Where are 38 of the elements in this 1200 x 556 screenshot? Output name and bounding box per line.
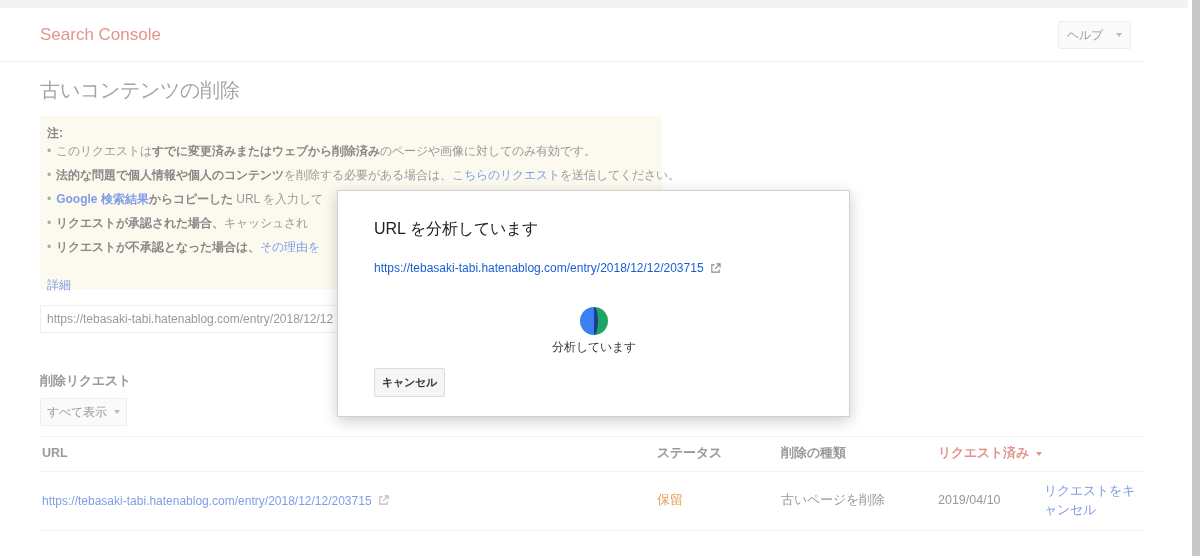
column-header: URL [42,445,68,463]
status-text: 保留 [657,492,683,510]
note-heading: 注: [47,125,64,142]
loading-spinner-icon [579,307,608,335]
bullet: • [47,239,52,256]
note-item: リクエストが不承認となった場合は、その理由を [56,239,321,256]
note-item: このリクエストはすでに変更済みまたはウェブから削除済みのページや画像に対してのみ有効です。 [56,143,597,160]
bullet: • [47,143,52,160]
table-cell-text: 2019/04/10 [938,492,1001,510]
progress-text: 分析しています [551,339,636,357]
help-button[interactable]: ヘルプ [1058,20,1131,49]
note-item: リクエストが承認された場合、キャッシュされ [56,215,309,232]
note-link[interactable]: Google 検索結果 [56,192,149,206]
bullet: • [47,215,52,232]
bullet: • [47,167,52,184]
column-header: ステータス [657,445,722,463]
app-logo[interactable]: Search Console [40,21,161,48]
column-header: 削除の種類 [781,445,846,463]
section-heading: 削除リクエスト [40,372,131,390]
note-link[interactable]: こちらのリクエスト [452,168,561,182]
scrollbar[interactable] [1192,0,1200,556]
page-title: 古いコンテンツの削除 [40,78,241,102]
note-item: 法的な問題で個人情報や個人のコンテンツを削除する必要がある場合は、こちらのリクエスト を送信してください。 [56,167,681,184]
table-cell-text: 古いページを削除 [781,492,885,510]
dialog-title: URL を分析しています [374,219,539,239]
sorted-column-header[interactable]: リクエスト済み [938,444,1029,463]
details-link[interactable]: 詳細 [47,276,71,294]
filter-dropdown[interactable]: すべて表示 [40,397,127,426]
sort-caret-icon [1035,451,1042,456]
cancel-button[interactable]: キャンセル [374,368,445,397]
bullet: • [47,191,52,208]
dialog-url-link[interactable]: https://tebasaki-tabi.hatenablog.com/entry/2018/12/12/203715 [374,259,704,277]
cancel-request-link[interactable]: リクエストをキャンセル [1044,481,1145,520]
url-link[interactable]: https://tebasaki-tabi.hatenablog.com/entry/2018/12/12/203715 [42,491,372,510]
note-link[interactable]: その理由を [260,240,321,254]
external-link-icon [709,262,721,274]
note-item: Google 検索結果からコピーした URL を入力して [56,191,324,208]
external-link-icon [377,495,389,506]
